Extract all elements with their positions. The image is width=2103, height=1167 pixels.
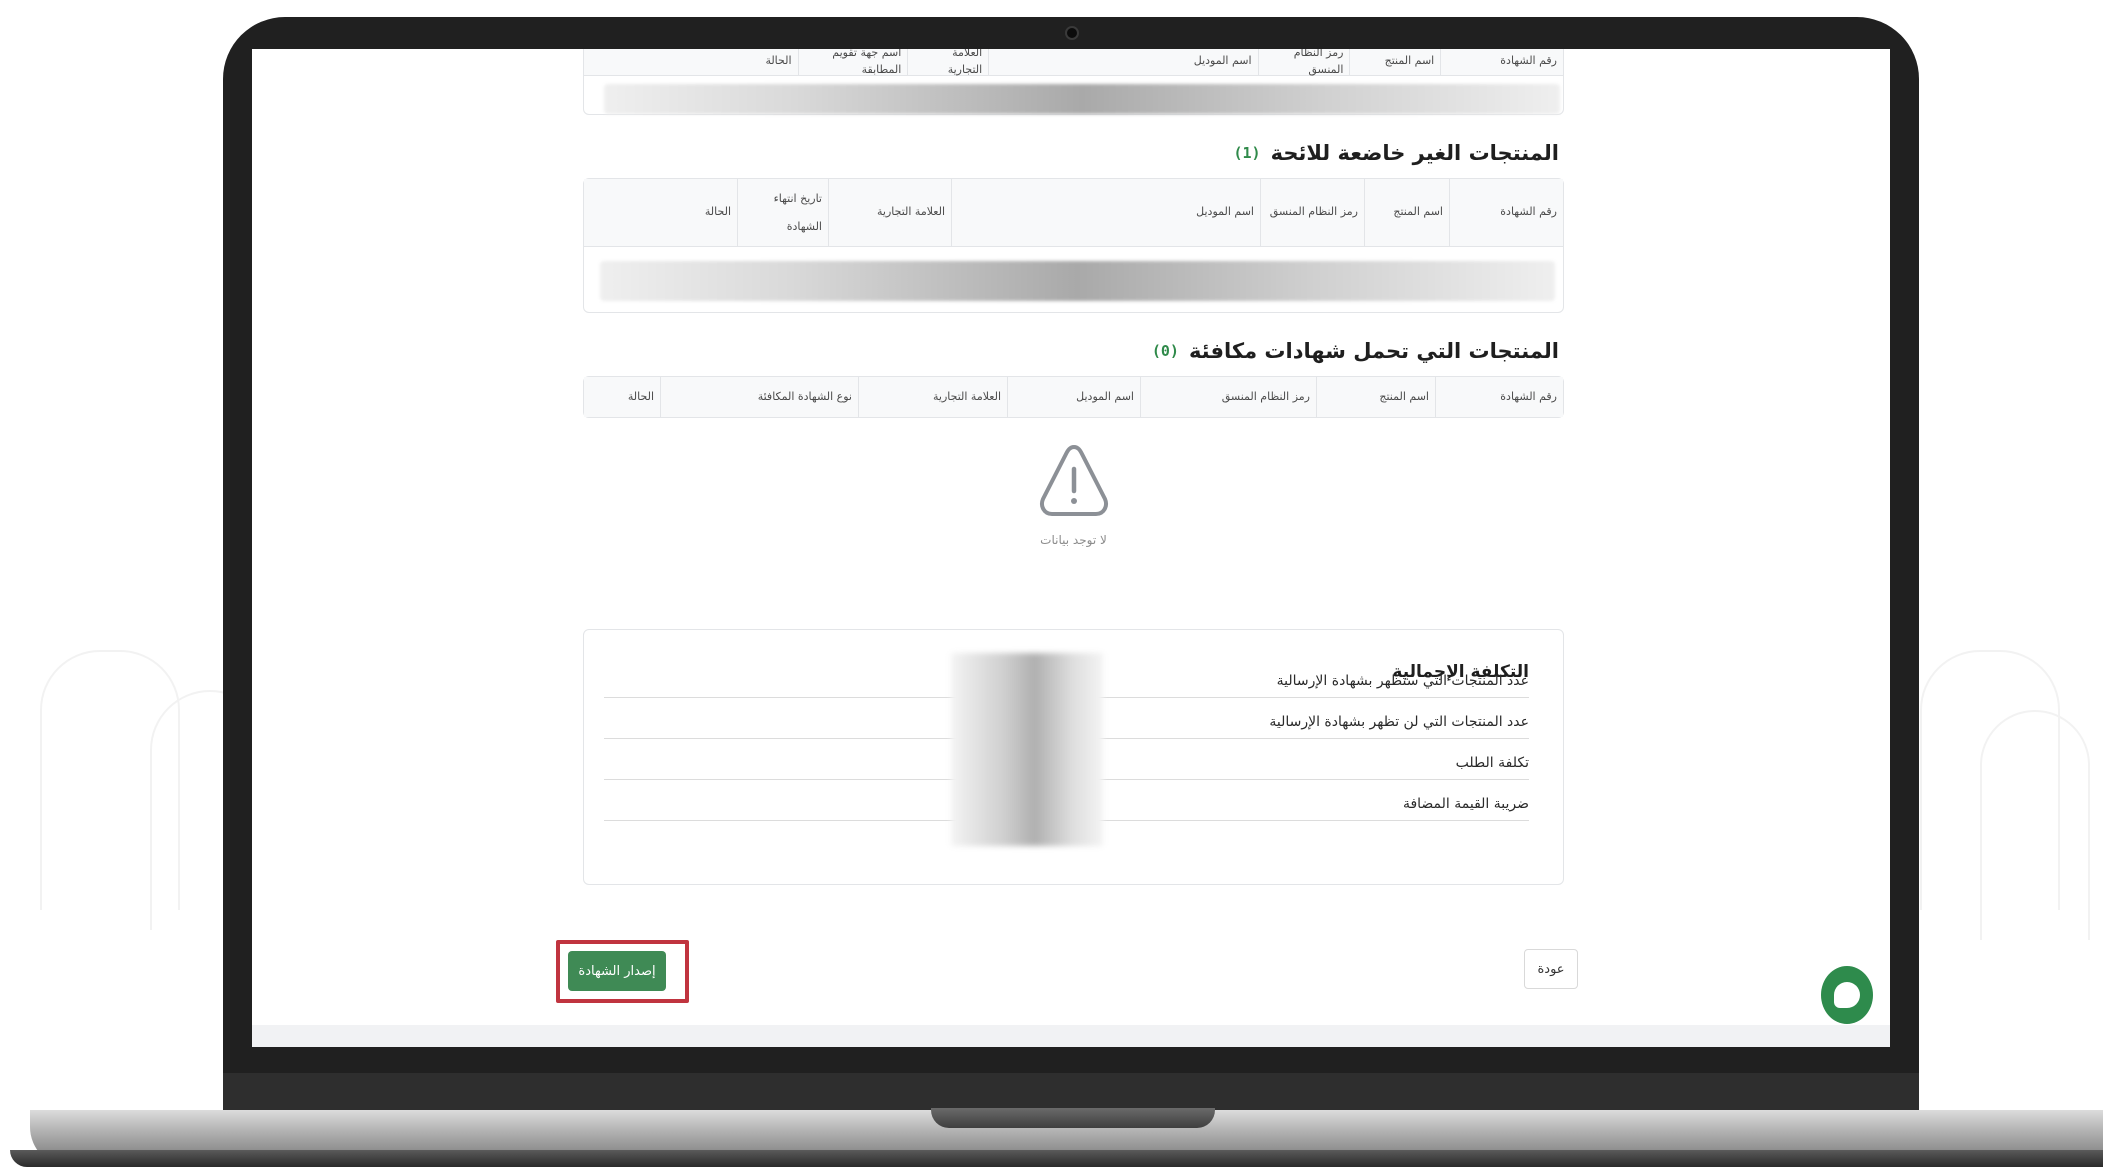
table-header: رقم الشهادة اسم المنتج رمز النظام المنسق… bbox=[584, 179, 1563, 247]
section-title-text: المنتجات الغير خاضعة للائحة bbox=[1270, 141, 1559, 165]
summary-label: ضريبة القيمة المضافة bbox=[1402, 796, 1529, 812]
non-regulated-title: المنتجات الغير خاضعة للائحة (1) bbox=[1233, 141, 1559, 165]
count-badge: (1) bbox=[1233, 144, 1261, 162]
empty-state-text: لا توجد بيانات bbox=[1040, 533, 1107, 547]
laptop-notch bbox=[931, 1108, 1215, 1128]
laptop-chin bbox=[223, 1073, 1919, 1113]
non-regulated-table: رقم الشهادة اسم المنتج رمز النظام المنسق… bbox=[583, 178, 1564, 313]
summary-label: عدد المنتجات التي ستظهر بشهادة الإرسالية bbox=[1276, 673, 1529, 689]
stage: رقم الشهادة اسم المنتج رمز النظام المنسق… bbox=[0, 0, 2103, 1167]
back-button[interactable]: عودة bbox=[1524, 949, 1578, 989]
equivalent-table: رقم الشهادة اسم المنتج رمز النظام المنسق… bbox=[583, 376, 1564, 418]
header-cell: الحالة bbox=[627, 389, 654, 403]
redacted-values bbox=[951, 653, 1103, 846]
chat-button[interactable] bbox=[1821, 966, 1873, 1024]
screen-bottom-bar bbox=[252, 1025, 1890, 1047]
total-cost-panel: التكلفة الإجمالية عدد المنتجات التي ستظه… bbox=[583, 629, 1564, 885]
top-products-table: رقم الشهادة اسم المنتج رمز النظام المنسق… bbox=[583, 49, 1564, 115]
header-cell: اسم المنتج bbox=[1316, 377, 1435, 417]
header-cell: الحالة bbox=[765, 54, 792, 68]
header-cell: اسم المنتج bbox=[1349, 49, 1440, 75]
header-cell: تاريخ انتهاء الشهادة bbox=[737, 179, 828, 246]
section-title-text: المنتجات التي تحمل شهادات مكافئة bbox=[1188, 339, 1559, 363]
empty-state: لا توجد بيانات bbox=[583, 441, 1564, 547]
screen: رقم الشهادة اسم المنتج رمز النظام المنسق… bbox=[252, 49, 1890, 1047]
redacted-row bbox=[604, 84, 1560, 114]
equivalent-title: المنتجات التي تحمل شهادات مكافئة (0) bbox=[1152, 339, 1559, 363]
header-cell: اسم الموديل bbox=[988, 49, 1257, 75]
header-cell: رقم الشهادة bbox=[1440, 49, 1563, 75]
table-header: رقم الشهادة اسم المنتج رمز النظام المنسق… bbox=[584, 49, 1563, 76]
camera bbox=[1065, 26, 1079, 40]
issue-certificate-button[interactable]: إصدار الشهادة bbox=[568, 951, 666, 991]
header-cell: رمز النظام المنسق bbox=[1257, 49, 1350, 76]
warning-triangle-icon bbox=[1039, 445, 1108, 516]
count-badge: (0) bbox=[1151, 342, 1179, 360]
header-cell: العلامة التجارية bbox=[858, 377, 1007, 417]
header-cell: اسم الموديل bbox=[951, 179, 1260, 246]
header-cell: رقم الشهادة bbox=[1435, 377, 1563, 417]
summary-label: تكلفة الطلب bbox=[1455, 755, 1529, 771]
header-cell: اسم جهة تقويم المطابقة bbox=[797, 49, 908, 76]
header-cell: نوع الشهادة المكافئة bbox=[660, 377, 858, 417]
header-cell: رقم الشهادة bbox=[1449, 179, 1563, 246]
table-header: رقم الشهادة اسم المنتج رمز النظام المنسق… bbox=[584, 377, 1563, 417]
header-cell: رمز النظام المنسق bbox=[1140, 377, 1316, 417]
redacted-row bbox=[600, 261, 1555, 301]
header-cell: الحالة bbox=[704, 205, 731, 219]
header-cell: العلامة التجارية bbox=[828, 179, 951, 246]
laptop-base-shadow bbox=[10, 1150, 2103, 1167]
header-cell: اسم المنتج bbox=[1364, 179, 1449, 246]
header-cell: العلامة التجارية bbox=[907, 49, 988, 76]
chat-bubble-icon bbox=[1834, 982, 1860, 1008]
summary-label: عدد المنتجات التي لن تظهر بشهادة الإرسال… bbox=[1269, 714, 1529, 730]
header-cell: رمز النظام المنسق bbox=[1260, 179, 1364, 246]
header-cell: اسم الموديل bbox=[1007, 377, 1140, 417]
